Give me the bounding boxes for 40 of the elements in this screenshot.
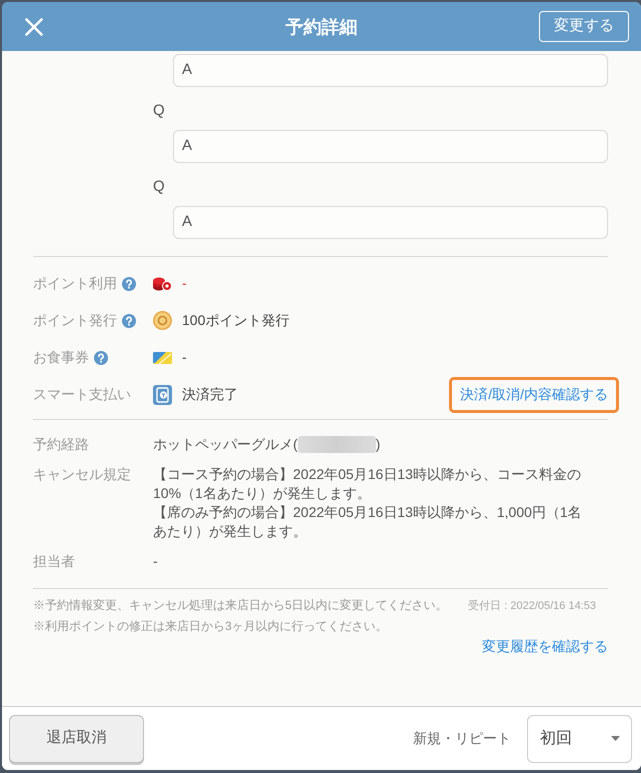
help-icon[interactable] (122, 276, 136, 290)
field-label: 担当者 (33, 552, 75, 571)
cancellation-policy-text: 【席のみ予約の場合】2022年05月16日13時以降から、1,000円（1名あたり）が発生します。 (153, 503, 583, 541)
field-label: ポイント発行 (33, 311, 117, 330)
field-label: ポイント利用 (33, 274, 117, 293)
checkout-cancel-button[interactable]: 退店取消 (9, 714, 144, 762)
answer-field[interactable]: A (173, 130, 608, 163)
history-link[interactable]: 変更履歴を確認する (482, 636, 608, 656)
help-icon[interactable] (94, 350, 108, 364)
answer-field[interactable]: A (173, 206, 608, 239)
staff-value: - (153, 552, 158, 571)
field-label: 予約経路 (33, 435, 89, 454)
reservation-route: ホットペッパーグルメ( (153, 435, 298, 454)
field-label: お食事券 (33, 348, 89, 367)
notice-text: ※予約情報変更、キャンセル処理は来店日から5日以内に変更してください。 (33, 597, 448, 614)
answer-field[interactable]: A (173, 54, 608, 87)
cancellation-policy-text: 【コース予約の場合】2022年05月16日13時以降から、コース料金の10%（1名あたり）が発生します。 (153, 465, 582, 503)
field-value: - (182, 274, 187, 293)
field-label: キャンセル規定 (33, 465, 131, 484)
caret-icon (611, 736, 620, 741)
modal-title: 予約詳細 (286, 16, 358, 38)
help-icon[interactable] (122, 314, 136, 328)
question-label: Q (153, 101, 165, 121)
received-date: 受付日 : 2022/05/16 14:53 (468, 598, 596, 614)
notice-text: ※利用ポイントの修正は来店日から3ヶ月以内に行ってください。 (33, 618, 388, 635)
question-label: Q (153, 177, 165, 197)
ticket-icon (153, 352, 172, 364)
reservation-route-end: ) (376, 435, 380, 454)
phone-coin-icon (153, 384, 172, 404)
field-value: 決済完了 (182, 385, 238, 404)
visit-type-select[interactable]: 初回 (527, 714, 632, 762)
coin-icon (153, 311, 172, 330)
field-label: スマート支払い (33, 385, 131, 404)
field-value: 100ポイント発行 (182, 311, 290, 330)
visit-type-label: 新規・リピート (413, 729, 511, 748)
coins-icon (153, 276, 172, 290)
close-button[interactable] (24, 16, 44, 36)
close-icon (25, 18, 43, 36)
field-value: - (182, 348, 187, 367)
payment-link[interactable]: 決済/取消/内容確認する (449, 376, 619, 412)
